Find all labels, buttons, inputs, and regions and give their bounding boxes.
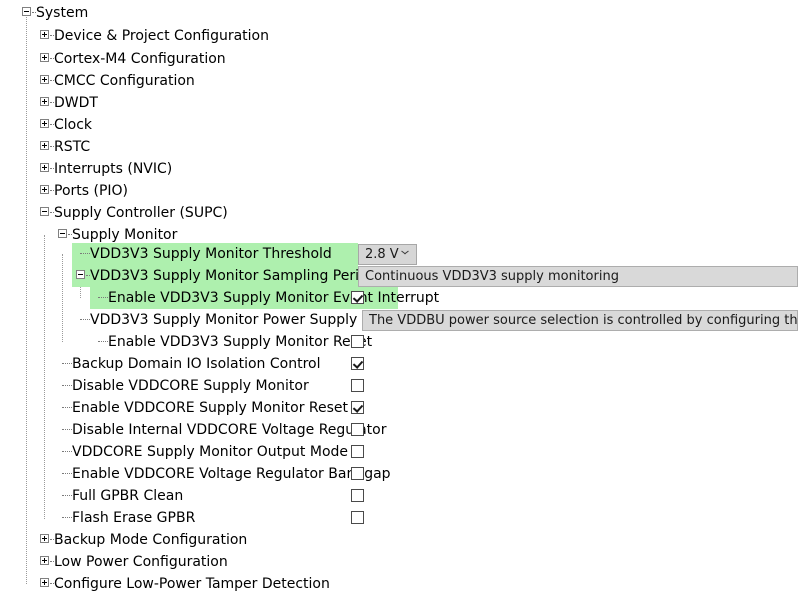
tree-label-low-power-cfg: Low Power Configuration: [54, 554, 228, 570]
tree-connector: [62, 429, 72, 431]
checkbox-vdd3v3-reset[interactable]: [351, 335, 364, 348]
expand-icon-ports-pio[interactable]: [40, 185, 49, 194]
tree-row-dis-vddcore-mon[interactable]: Disable VDDCORE Supply Monitor: [0, 375, 798, 397]
expand-icon-dwdt[interactable]: [40, 97, 49, 106]
tree-connector: [62, 407, 72, 409]
tree-row-low-power-cfg[interactable]: Low Power Configuration: [0, 551, 798, 573]
tree-label-device-project: Device & Project Configuration: [54, 28, 269, 44]
tree-row-dis-int-vreg[interactable]: Disable Internal VDDCORE Voltage Regulat…: [0, 419, 798, 441]
expand-icon-device-project[interactable]: [40, 30, 49, 39]
tree-label-cmcc: CMCC Configuration: [54, 73, 195, 89]
tree-row-device-project[interactable]: Device & Project Configuration: [0, 25, 798, 47]
tree-connector: [98, 297, 108, 299]
tree-label-vddcore-out-mode: VDDCORE Supply Monitor Output Mode: [72, 444, 349, 460]
tree-label-vdd3v3-power-mode: VDD3V3 Supply Monitor Power Supply Mode: [90, 312, 400, 328]
tree-label-backup-io-iso: Backup Domain IO Isolation Control: [72, 356, 321, 372]
tree-label-backup-mode-cfg: Backup Mode Configuration: [54, 532, 248, 548]
tree-connector: [62, 451, 72, 453]
configuration-tree[interactable]: System Device & Project Configuration Cort…: [0, 0, 798, 601]
collapse-icon-vdd3v3-sampling[interactable]: [76, 270, 85, 279]
tree-label-interrupts-nvic: Interrupts (NVIC): [54, 161, 173, 177]
tree-label-dis-vddcore-mon: Disable VDDCORE Supply Monitor: [72, 378, 309, 394]
collapse-icon-supc[interactable]: [40, 207, 49, 216]
sampling-field[interactable]: Continuous VDD3V3 supply monitoring: [358, 266, 798, 287]
tree-label-vdd3v3-event-int: Enable VDD3V3 Supply Monitor Event Inter…: [108, 290, 440, 306]
tree-connector: [62, 517, 72, 519]
collapse-icon-supply-monitor[interactable]: [58, 229, 67, 238]
tree-label-system: System: [36, 5, 89, 21]
tree-row-vdd3v3-event-int[interactable]: Enable VDD3V3 Supply Monitor Event Inter…: [0, 287, 798, 309]
tree-row-full-gpbr-clean[interactable]: Full GPBR Clean: [0, 485, 798, 507]
tree-label-vdd3v3-threshold: VDD3V3 Supply Monitor Threshold: [90, 246, 332, 262]
tree-label-ports-pio: Ports (PIO): [54, 183, 129, 199]
tree-row-tamper-detect[interactable]: Configure Low-Power Tamper Detection: [0, 573, 798, 595]
tree-connector: [62, 363, 72, 365]
checkbox-dis-int-vreg[interactable]: [351, 423, 364, 436]
powermode-field[interactable]: The VDDBU power source selection is cont…: [362, 310, 798, 331]
checkbox-backup-io-iso[interactable]: [351, 357, 364, 370]
sampling-field-value: Continuous VDD3V3 supply monitoring: [365, 269, 619, 284]
tree-label-rstc: RSTC: [54, 139, 91, 155]
tree-row-system[interactable]: System: [0, 2, 798, 24]
tree-row-clock[interactable]: Clock: [0, 114, 798, 136]
expand-icon-cmcc[interactable]: [40, 75, 49, 84]
expand-icon-tamper-detect[interactable]: [40, 578, 49, 587]
expand-icon-rstc[interactable]: [40, 141, 49, 150]
tree-row-vddcore-out-mode[interactable]: VDDCORE Supply Monitor Output Mode: [0, 441, 798, 463]
tree-label-en-vddcore-reset: Enable VDDCORE Supply Monitor Reset: [72, 400, 349, 416]
tree-label-supc: Supply Controller (SUPC): [54, 205, 228, 221]
chevron-down-icon: [402, 252, 409, 256]
tree-label-cortex-m4: Cortex-M4 Configuration: [54, 51, 226, 67]
tree-row-en-vddcore-reset[interactable]: Enable VDDCORE Supply Monitor Reset: [0, 397, 798, 419]
tree-row-dwdt[interactable]: DWDT: [0, 92, 798, 114]
expand-icon-interrupts-nvic[interactable]: [40, 163, 49, 172]
tree-row-cmcc[interactable]: CMCC Configuration: [0, 70, 798, 92]
tree-connector: [98, 341, 108, 343]
tree-label-vdd3v3-reset: Enable VDD3V3 Supply Monitor Reset: [108, 334, 373, 350]
tree-label-dis-int-vreg: Disable Internal VDDCORE Voltage Regulat…: [72, 422, 387, 438]
tree-label-supply-monitor: Supply Monitor: [72, 227, 178, 243]
checkbox-en-vreg-bandgap[interactable]: [351, 467, 364, 480]
tree-label-tamper-detect: Configure Low-Power Tamper Detection: [54, 576, 330, 592]
checkbox-en-vddcore-reset[interactable]: [351, 401, 364, 414]
tree-row-vdd3v3-sampling[interactable]: VDD3V3 Supply Monitor Sampling Period Con…: [0, 265, 798, 287]
tree-row-ports-pio[interactable]: Ports (PIO): [0, 180, 798, 202]
tree-row-vdd3v3-power-mode[interactable]: VDD3V3 Supply Monitor Power Supply Mode T…: [0, 309, 798, 331]
expand-icon-low-power-cfg[interactable]: [40, 556, 49, 565]
tree-row-supc[interactable]: Supply Controller (SUPC): [0, 202, 798, 224]
tree-label-flash-erase-gpbr: Flash Erase GPBR: [72, 510, 196, 526]
tree-row-vdd3v3-reset[interactable]: Enable VDD3V3 Supply Monitor Reset: [0, 331, 798, 353]
tree-connector: [80, 319, 90, 321]
powermode-field-value: The VDDBU power source selection is cont…: [369, 313, 798, 328]
expand-icon-clock[interactable]: [40, 119, 49, 128]
tree-row-cortex-m4[interactable]: Cortex-M4 Configuration: [0, 48, 798, 70]
checkbox-vddcore-out-mode[interactable]: [351, 445, 364, 458]
tree-label-full-gpbr-clean: Full GPBR Clean: [72, 488, 184, 504]
checkbox-vdd3v3-event-int[interactable]: [351, 291, 364, 304]
checkbox-flash-erase-gpbr[interactable]: [351, 511, 364, 524]
tree-row-rstc[interactable]: RSTC: [0, 136, 798, 158]
expand-icon-backup-mode-cfg[interactable]: [40, 534, 49, 543]
tree-label-vdd3v3-sampling: VDD3V3 Supply Monitor Sampling Period: [90, 268, 377, 284]
checkbox-full-gpbr-clean[interactable]: [351, 489, 364, 502]
tree-connector: [80, 253, 90, 255]
tree-connector: [62, 385, 72, 387]
checkbox-dis-vddcore-mon[interactable]: [351, 379, 364, 392]
tree-connector: [62, 473, 72, 475]
collapse-icon-system[interactable]: [22, 7, 31, 16]
tree-label-en-vreg-bandgap: Enable VDDCORE Voltage Regulator Bandgap: [72, 466, 391, 482]
threshold-dropdown[interactable]: 2.8 V: [358, 244, 417, 265]
expand-icon-cortex-m4[interactable]: [40, 53, 49, 62]
tree-row-backup-io-iso[interactable]: Backup Domain IO Isolation Control: [0, 353, 798, 375]
tree-label-clock: Clock: [54, 117, 93, 133]
tree-connector: [62, 495, 72, 497]
threshold-dropdown-value: 2.8 V: [365, 247, 399, 262]
tree-row-vdd3v3-threshold[interactable]: VDD3V3 Supply Monitor Threshold 2.8 V: [0, 243, 798, 265]
tree-row-backup-mode-cfg[interactable]: Backup Mode Configuration: [0, 529, 798, 551]
tree-label-dwdt: DWDT: [54, 95, 98, 111]
tree-row-en-vreg-bandgap[interactable]: Enable VDDCORE Voltage Regulator Bandgap: [0, 463, 798, 485]
tree-row-interrupts-nvic[interactable]: Interrupts (NVIC): [0, 158, 798, 180]
tree-row-flash-erase-gpbr[interactable]: Flash Erase GPBR: [0, 507, 798, 529]
